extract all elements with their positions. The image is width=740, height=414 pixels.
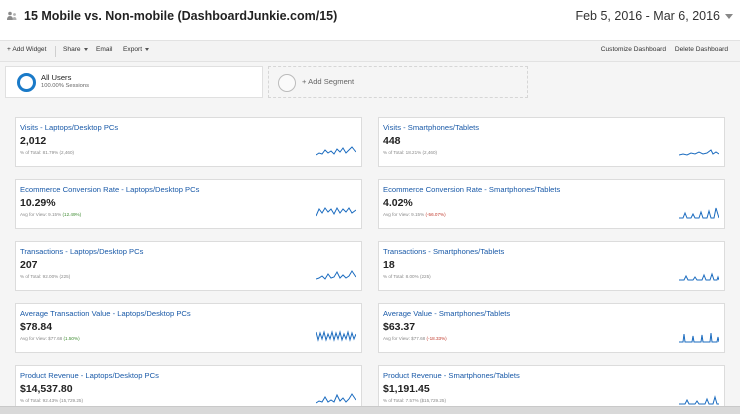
sparkline-chart	[679, 332, 719, 343]
widget-title[interactable]: Product Revenue - Laptops/Desktop PCs	[20, 371, 159, 380]
widget-sub-label: % of Total: 7.57% ($15,729.25)	[383, 398, 446, 403]
add-segment-label: + Add Segment	[302, 77, 355, 86]
widget-subtext: % of Total: 92.43% (15,729.25)	[20, 398, 83, 403]
widget-subtext: Avg for View: $77.68 (1.50%)	[20, 336, 80, 341]
toolbar-divider	[55, 46, 56, 57]
widget-sub-label: % of Total: 18.21% (2,460)	[383, 150, 438, 155]
widget-value: $1,191.45	[383, 383, 430, 395]
widget-canvas: Visits - Laptops/Desktop PCs 2,012 % of …	[0, 104, 740, 414]
widget-subtext: % of Total: 18.21% (2,460)	[383, 150, 437, 155]
widget-avg-transaction-desktop[interactable]: Average Transaction Value - Laptops/Desk…	[15, 303, 362, 353]
widget-value: $78.84	[20, 321, 53, 333]
add-widget-button[interactable]: + Add Widget	[7, 46, 46, 53]
widget-visits-mobile[interactable]: Visits - Smartphones/Tablets 448 % of To…	[378, 117, 725, 167]
widget-sub-label: % of Total: 92.00% (225)	[20, 274, 71, 279]
widget-visits-desktop[interactable]: Visits - Laptops/Desktop PCs 2,012 % of …	[15, 117, 362, 167]
email-button[interactable]: Email	[96, 46, 113, 53]
widget-transactions-desktop[interactable]: Transactions - Laptops/Desktop PCs 207 %…	[15, 241, 362, 291]
sparkline-chart	[316, 146, 356, 156]
add-segment-ring-icon	[278, 74, 296, 92]
people-icon	[7, 11, 17, 20]
share-caret-icon	[83, 47, 88, 51]
segment-all-users[interactable]: All Users 100.00% Sessions	[5, 66, 263, 98]
export-label: Export	[123, 46, 143, 53]
widget-value: 207	[20, 259, 38, 271]
widget-title[interactable]: Product Revenue - Smartphones/Tablets	[383, 371, 520, 380]
widget-sub-label: Avg for View: 9.15%	[383, 212, 425, 217]
export-caret-icon	[145, 47, 150, 51]
customize-dashboard-button[interactable]: Customize Dashboard	[601, 46, 666, 53]
widget-conversion-mobile[interactable]: Ecommerce Conversion Rate - Smartphones/…	[378, 179, 725, 229]
share-button[interactable]: Share	[63, 46, 88, 53]
segment-bar: All Users 100.00% Sessions + Add Segment	[0, 62, 740, 104]
widget-sub-label: % of Total: 81.79% (2,460)	[20, 150, 75, 155]
widget-delta: (-18.33%)	[426, 336, 447, 341]
widget-title[interactable]: Average Transaction Value - Laptops/Desk…	[20, 309, 191, 318]
widget-transactions-mobile[interactable]: Transactions - Smartphones/Tablets 18 % …	[378, 241, 725, 291]
widget-delta: (12.49%)	[62, 212, 82, 217]
add-segment-button[interactable]: + Add Segment	[268, 66, 528, 98]
widget-title[interactable]: Transactions - Laptops/Desktop PCs	[20, 247, 143, 256]
widget-subtext: Avg for View: $77.68 (-18.33%)	[383, 336, 447, 341]
widget-title[interactable]: Ecommerce Conversion Rate - Smartphones/…	[383, 185, 560, 194]
widget-title[interactable]: Ecommerce Conversion Rate - Laptops/Desk…	[20, 185, 199, 194]
widget-value: 18	[383, 259, 395, 271]
widget-delta: (-56.07%)	[425, 212, 446, 217]
widget-sub-label: % of Total: 92.43% (15,729.25)	[20, 398, 83, 403]
export-button[interactable]: Export	[123, 46, 150, 53]
sparkline-chart	[316, 393, 356, 404]
widget-title[interactable]: Average Value - Smartphones/Tablets	[383, 309, 510, 318]
sparkline-chart	[316, 206, 356, 217]
widget-subtext: % of Total: 7.57% ($15,729.25)	[383, 398, 446, 403]
widget-avg-value-mobile[interactable]: Average Value - Smartphones/Tablets $63.…	[378, 303, 725, 353]
segment-ring-icon	[17, 73, 36, 92]
widget-sub-label: Avg for View: $77.68	[383, 336, 426, 341]
widget-subtext: % of Total: 81.79% (2,460)	[20, 150, 74, 155]
widget-value: 448	[383, 135, 401, 147]
widget-value: $14,537.80	[20, 383, 73, 395]
sparkline-chart	[679, 395, 719, 405]
widget-sub-label: Avg for View: 9.15%	[20, 212, 62, 217]
sparkline-chart	[679, 149, 719, 156]
widget-value: 10.29%	[20, 197, 56, 209]
widget-conversion-desktop[interactable]: Ecommerce Conversion Rate - Laptops/Desk…	[15, 179, 362, 229]
widget-value: 2,012	[20, 135, 47, 147]
dashboard-header: 15 Mobile vs. Non-mobile (DashboardJunki…	[0, 0, 740, 38]
dashboard-toolbar: + Add Widget Share Email Export Customiz…	[0, 40, 740, 62]
date-range-picker[interactable]: Feb 5, 2016 - Mar 6, 2016	[575, 9, 720, 23]
segment-sessions: 100.00% Sessions	[41, 83, 90, 89]
sparkline-chart	[316, 330, 356, 342]
delete-dashboard-button[interactable]: Delete Dashboard	[675, 46, 728, 53]
widget-title[interactable]: Visits - Smartphones/Tablets	[383, 123, 479, 132]
dashboard-title: 15 Mobile vs. Non-mobile (DashboardJunki…	[24, 9, 338, 23]
segment-name: All Users	[41, 73, 72, 82]
widget-title[interactable]: Transactions - Smartphones/Tablets	[383, 247, 504, 256]
share-label: Share	[63, 46, 81, 53]
widget-value: $63.37	[383, 321, 416, 333]
widget-sub-label: % of Total: 8.00% (225)	[383, 274, 431, 279]
sparkline-chart	[679, 207, 719, 219]
widget-subtext: Avg for View: 9.15% (12.49%)	[20, 212, 81, 217]
widget-subtext: % of Total: 8.00% (225)	[383, 274, 431, 279]
widget-delta: (1.50%)	[63, 336, 80, 341]
widget-subtext: Avg for View: 9.15% (-56.07%)	[383, 212, 446, 217]
widget-value: 4.02%	[383, 197, 413, 209]
horizontal-scrollbar[interactable]	[0, 406, 740, 414]
sparkline-chart	[679, 272, 719, 281]
widget-title[interactable]: Visits - Laptops/Desktop PCs	[20, 123, 118, 132]
chevron-down-icon[interactable]	[725, 14, 733, 19]
sparkline-chart	[316, 270, 356, 280]
widget-subtext: % of Total: 92.00% (225)	[20, 274, 70, 279]
widget-sub-label: Avg for View: $77.68	[20, 336, 63, 341]
